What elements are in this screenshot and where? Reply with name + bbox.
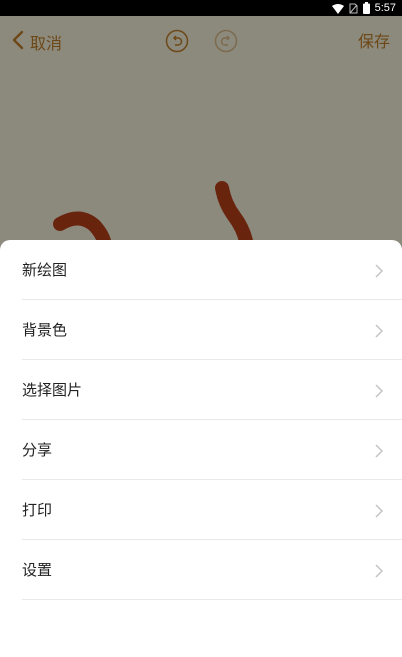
wifi-icon: [331, 0, 344, 18]
menu-item-new-drawing[interactable]: 新绘图: [22, 240, 402, 300]
menu-item-select-image[interactable]: 选择图片: [22, 360, 402, 420]
action-sheet: 新绘图 背景色 选择图片 分享 打印 设置: [0, 240, 402, 657]
app-screen: 5:57 取消 保存 新绘图 背景色 选择图片 分享 打印 设置: [0, 0, 402, 657]
status-icons: 5:57: [331, 0, 396, 18]
menu-item-share[interactable]: 分享: [22, 420, 402, 480]
menu-item-label: 设置: [22, 561, 53, 579]
chevron-right-icon: [374, 383, 384, 398]
status-time: 5:57: [374, 2, 396, 14]
menu-item-background-color[interactable]: 背景色: [22, 300, 402, 360]
status-bar: 5:57: [0, 0, 402, 16]
battery-icon: [362, 0, 370, 18]
menu-list: 新绘图 背景色 选择图片 分享 打印 设置: [0, 240, 402, 600]
menu-item-label: 打印: [22, 501, 53, 519]
chevron-right-icon: [374, 323, 384, 338]
no-sim-icon: [349, 0, 358, 18]
chevron-right-icon: [374, 263, 384, 278]
chevron-right-icon: [374, 563, 384, 578]
chevron-right-icon: [374, 503, 384, 518]
chevron-right-icon: [374, 443, 384, 458]
menu-item-label: 背景色: [22, 321, 68, 339]
menu-item-label: 选择图片: [22, 381, 83, 399]
menu-item-label: 分享: [22, 441, 53, 459]
menu-item-settings[interactable]: 设置: [22, 540, 402, 600]
menu-item-print[interactable]: 打印: [22, 480, 402, 540]
menu-item-label: 新绘图: [22, 261, 68, 279]
